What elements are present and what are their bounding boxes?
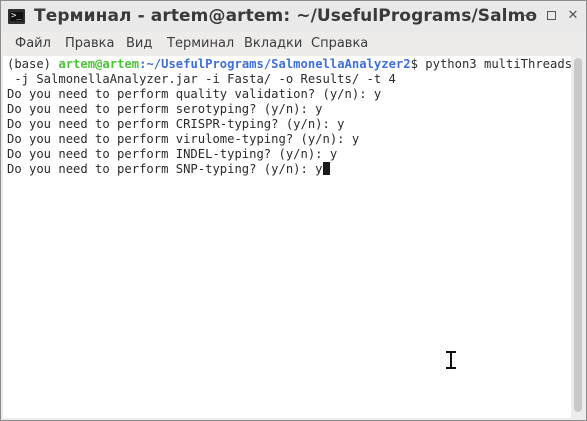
minimize-icon[interactable]: —	[521, 8, 535, 24]
terminal-window: >_ Терминал - artem@artem: ~/UsefulProgr…	[0, 0, 587, 421]
text-cursor	[322, 162, 330, 175]
prompt-symbol: $	[410, 57, 426, 71]
scrollbar-thumb[interactable]	[574, 58, 582, 412]
vertical-scrollbar[interactable]	[572, 56, 585, 418]
input-line: Do you need to perform SNP-typing? (y/n)…	[7, 162, 330, 177]
close-icon[interactable]: ✕	[566, 8, 580, 24]
output-line: Do you need to perform INDEL-typing? (y/…	[7, 147, 338, 161]
i-beam-cursor-icon	[446, 351, 456, 369]
window-title: Терминал - artem@artem: ~/UsefulPrograms…	[34, 6, 538, 26]
output-line: Do you need to perform CRISPR-typing? (y…	[7, 117, 345, 131]
menu-bar: Файл Правка Вид Терминал Вкладки Справка	[1, 32, 586, 54]
title-bar[interactable]: >_ Терминал - artem@artem: ~/UsefulProgr…	[1, 1, 586, 32]
conda-env: (base)	[7, 57, 59, 71]
menu-terminal[interactable]: Терминал	[167, 36, 234, 51]
working-directory: ~/UsefulPrograms/SalmonellaAnalyzer2	[146, 57, 411, 71]
command-continuation: -j SalmonellaAnalyzer.jar -i Fasta/ -o R…	[7, 72, 396, 86]
output-line: Do you need to perform quality validatio…	[7, 87, 382, 101]
output-line: Do you need to perform serotyping? (y/n)…	[7, 102, 323, 116]
maximize-icon[interactable]	[544, 8, 558, 24]
output-line: Do you need to perform virulome-typing? …	[7, 132, 360, 146]
menu-file[interactable]: Файл	[15, 36, 51, 51]
menu-edit[interactable]: Правка	[65, 36, 114, 51]
prompt-line: (base) artem@artem:~/UsefulPrograms/Salm…	[7, 57, 571, 72]
user-host: artem@artem	[58, 57, 140, 71]
menu-help[interactable]: Справка	[311, 36, 368, 51]
output-line: Do you need to perform SNP-typing? (y/n)…	[7, 162, 323, 176]
menu-tabs[interactable]: Вкладки	[244, 36, 302, 51]
terminal-output[interactable]: (base) artem@artem:~/UsefulPrograms/Salm…	[3, 56, 571, 418]
terminal-icon[interactable]: >_	[8, 9, 25, 24]
command-text: python3 multiThreads.py	[425, 57, 571, 71]
menu-view[interactable]: Вид	[126, 36, 152, 51]
